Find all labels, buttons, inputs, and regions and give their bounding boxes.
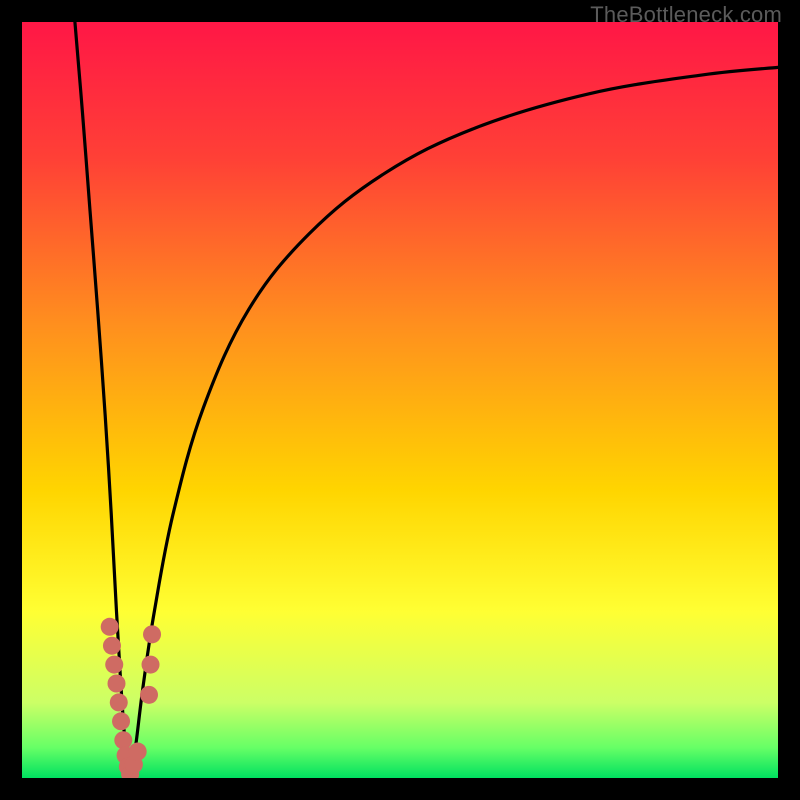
- data-marker: [140, 686, 158, 704]
- data-marker: [110, 693, 128, 711]
- data-marker: [114, 731, 132, 749]
- data-marker: [129, 743, 147, 761]
- data-marker: [142, 656, 160, 674]
- data-marker: [103, 637, 121, 655]
- data-marker: [101, 618, 119, 636]
- chart-plot-area: [22, 22, 778, 778]
- data-marker: [105, 656, 123, 674]
- chart-svg: [22, 22, 778, 778]
- data-marker: [108, 675, 126, 693]
- data-marker: [112, 712, 130, 730]
- chart-frame: TheBottleneck.com: [0, 0, 800, 800]
- data-marker: [143, 625, 161, 643]
- chart-background: [22, 22, 778, 778]
